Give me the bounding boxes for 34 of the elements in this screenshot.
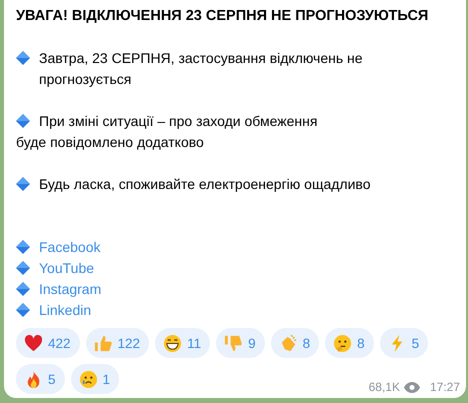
reaction-button[interactable]: 8 — [325, 328, 374, 358]
heart-icon — [24, 334, 43, 352]
reaction-button[interactable]: 9 — [216, 328, 265, 358]
reaction-button[interactable]: 5 — [16, 364, 65, 394]
reaction-button[interactable]: 122 — [86, 328, 150, 358]
reaction-button[interactable]: 1 — [70, 364, 120, 394]
diamond-icon — [16, 51, 30, 65]
message-text: Будь ласка, споживайте електроенергію ощадливо — [39, 175, 370, 194]
social-link[interactable]: Linkedin — [39, 300, 92, 321]
reaction-button[interactable]: 11 — [155, 328, 210, 358]
diamond-icon — [16, 240, 30, 254]
thinking-face-icon — [333, 334, 352, 352]
message-time: 17:27 — [430, 380, 460, 394]
reaction-button[interactable]: 8 — [270, 328, 320, 358]
diamond-icon — [16, 114, 30, 128]
message-title: УВАГА! ВІДКЛЮЧЕННЯ 23 СЕРПНЯ НЕ ПРОГНОЗУЮТЬСЯ — [16, 7, 430, 26]
social-link[interactable]: YouTube — [39, 258, 94, 279]
diamond-icon — [16, 282, 30, 296]
thumbs-down-icon — [224, 334, 244, 352]
diamond-icon — [16, 177, 30, 191]
diamond-icon — [16, 261, 30, 275]
reaction-button[interactable]: 422 — [16, 328, 80, 358]
grinning-face-icon — [163, 334, 182, 352]
diamond-icon — [16, 303, 30, 317]
message-text: буде повідомлено додатково — [16, 133, 204, 152]
reaction-button[interactable]: 5 — [380, 328, 428, 358]
view-count: 68,1K — [368, 380, 400, 394]
message-text: Завтра, 23 СЕРПНЯ, застосування відключень не прогнозується — [39, 49, 364, 89]
crying-face-icon — [78, 370, 98, 388]
message-text: При зміні ситуації – про заходи обмеження — [39, 112, 318, 131]
thumbs-up-icon — [94, 334, 113, 352]
social-link[interactable]: Facebook — [39, 237, 100, 258]
eye-icon — [404, 382, 420, 392]
social-link[interactable]: Instagram — [39, 279, 102, 300]
